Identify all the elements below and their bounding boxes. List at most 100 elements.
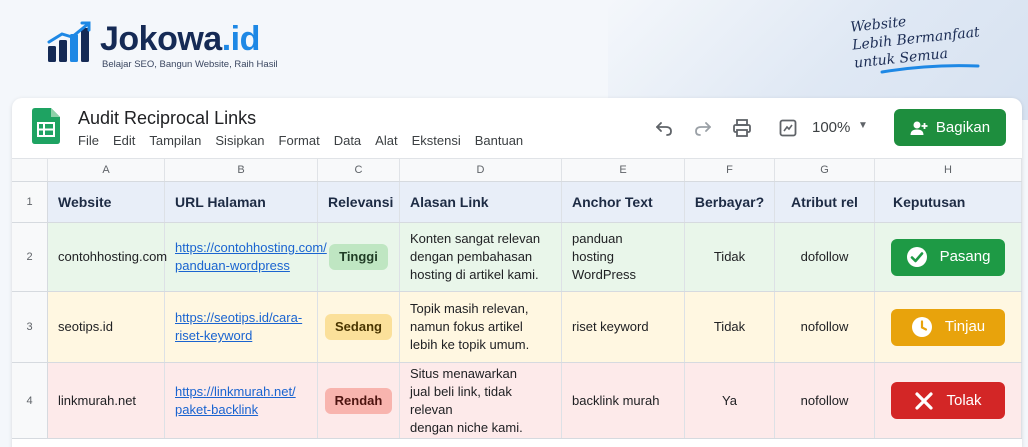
zoom-level[interactable]: 100% <box>812 119 850 136</box>
person-add-icon <box>910 121 928 135</box>
select-all-corner[interactable] <box>12 159 48 181</box>
reason-line: hosting di artikel kami. <box>410 267 539 282</box>
redo-icon[interactable] <box>691 116 715 140</box>
cell-reason[interactable]: Topik masih relevan, namun fokus artikel l… <box>400 292 562 362</box>
url-link-line-2[interactable]: paket-backlink <box>175 401 296 419</box>
reason-line: dengan niche kami. <box>410 419 523 435</box>
brand-name-tld: .id <box>221 20 261 58</box>
column-header-e[interactable]: E <box>562 159 685 181</box>
table-row: 3 seotips.id https://seotips.id/cara-ris… <box>12 292 1022 363</box>
cell-url[interactable]: https://linkmurah.net/paket-backlink <box>165 363 318 438</box>
menu-file[interactable]: File <box>78 133 99 148</box>
menu-bar: File Edit Tampilan Sisipkan Format Data … <box>78 133 537 148</box>
print-icon[interactable] <box>730 116 754 140</box>
row-number[interactable]: 4 <box>12 363 48 438</box>
url-link-line-1[interactable]: https://linkmurah.net/ <box>175 383 296 401</box>
row-number-1[interactable]: 1 <box>12 182 48 222</box>
column-header-b[interactable]: B <box>165 159 318 181</box>
brand-tagline: Belajar SEO, Bangun Website, Raih Hasil <box>102 59 278 70</box>
menu-edit[interactable]: Edit <box>113 133 135 148</box>
cell-website[interactable]: seotips.id <box>48 292 165 362</box>
chevron-down-icon[interactable]: ▼ <box>858 120 868 131</box>
anchor-line: hosting WordPress <box>572 249 637 282</box>
reason-line: Topik masih relevan, <box>410 301 529 316</box>
cell-paid[interactable]: Tidak <box>685 292 775 362</box>
column-header-g[interactable]: G <box>775 159 875 181</box>
decision-pasang-button[interactable]: Pasang <box>891 238 1005 276</box>
header-decision[interactable]: Keputusan <box>875 182 1022 222</box>
anchor-line: riset keyword <box>572 319 649 334</box>
url-link-line-1[interactable]: https://contohhosting.com/ <box>175 239 327 257</box>
cell-anchor[interactable]: riset keyword <box>562 292 685 362</box>
url-link-line-1[interactable]: https://seotips.id/cara- <box>175 309 302 327</box>
cell-url[interactable]: https://contohhosting.com/panduan-wordpr… <box>165 223 327 291</box>
cell-relevance[interactable]: Rendah <box>318 363 400 438</box>
row-number[interactable]: 2 <box>12 223 48 291</box>
cell-decision[interactable]: Tinjau <box>875 292 1022 362</box>
table-row: 2 contohhosting.com https://contohhostin… <box>12 223 1022 292</box>
cell-reason[interactable]: Situs menawarkan jual beli link, tidak re… <box>400 363 562 438</box>
menu-insert[interactable]: Sisipkan <box>215 133 264 148</box>
column-header-d[interactable]: D <box>400 159 562 181</box>
cell-rel[interactable]: dofollow <box>775 223 875 291</box>
column-header-f[interactable]: F <box>685 159 775 181</box>
document-title[interactable]: Audit Reciprocal Links <box>78 108 256 129</box>
cell-anchor[interactable]: panduan hosting WordPress <box>562 223 685 291</box>
column-header-a[interactable]: A <box>48 159 165 181</box>
brand-header: Jokowa.id Belajar SEO, Bangun Website, R… <box>46 20 278 70</box>
table-row: 4 linkmurah.net https://linkmurah.net/pa… <box>12 363 1022 439</box>
header-anchor[interactable]: Anchor Text <box>562 182 685 222</box>
cell-website[interactable]: linkmurah.net <box>48 363 165 438</box>
decision-label: Pasang <box>939 248 991 265</box>
chart-logo-icon <box>47 21 91 62</box>
header-website[interactable]: Website <box>48 182 165 222</box>
brand-name-main: Jokowa <box>100 20 222 58</box>
cell-anchor[interactable]: backlink murah <box>562 363 685 438</box>
menu-extensions[interactable]: Ekstensi <box>412 133 461 148</box>
column-header-h[interactable]: H <box>875 159 1022 181</box>
sheets-app-icon <box>32 108 60 144</box>
cell-website[interactable]: contohhosting.com <box>48 223 167 291</box>
cell-url[interactable]: https://seotips.id/cara-riset-keyword <box>165 292 318 362</box>
undo-icon[interactable] <box>652 116 676 140</box>
cell-reason[interactable]: Konten sangat relevan dengan pembahasan ho… <box>400 223 562 291</box>
decision-tinjau-button[interactable]: Tinjau <box>891 308 1005 346</box>
reason-line: lebih ke topik umum. <box>410 337 530 352</box>
cell-rel[interactable]: nofollow <box>775 292 875 362</box>
menu-help[interactable]: Bantuan <box>475 133 523 148</box>
spreadsheet-window: Audit Reciprocal Links File Edit Tampila… <box>12 98 1022 447</box>
header-rel[interactable]: Atribut rel <box>775 182 875 222</box>
header-relevance[interactable]: Relevansi <box>318 182 400 222</box>
relevance-badge: Tinggi <box>329 244 388 270</box>
anchor-line: panduan <box>572 231 623 246</box>
header-paid[interactable]: Berbayar? <box>685 182 775 222</box>
menu-format[interactable]: Format <box>279 133 320 148</box>
url-link-line-2[interactable]: riset-keyword <box>175 327 302 345</box>
header-reason[interactable]: Alasan Link <box>400 182 562 222</box>
spreadsheet-grid: A B C D E F G H 1 Website URL Halaman Re… <box>12 158 1022 439</box>
cell-rel[interactable]: nofollow <box>775 363 875 438</box>
cell-relevance[interactable]: Tinggi <box>318 223 400 291</box>
clock-icon <box>911 316 933 338</box>
menu-tools[interactable]: Alat <box>375 133 397 148</box>
decision-label: Tolak <box>946 391 982 409</box>
cell-decision[interactable]: Pasang <box>875 223 1022 291</box>
relevance-badge: Rendah <box>324 387 393 414</box>
column-header-c[interactable]: C <box>318 159 400 181</box>
row-number[interactable]: 3 <box>12 292 48 362</box>
menu-view[interactable]: Tampilan <box>149 133 201 148</box>
share-button[interactable]: Bagikan <box>894 109 1006 146</box>
anchor-line: backlink murah <box>572 392 660 408</box>
url-link-line-2[interactable]: panduan-wordpress <box>175 257 327 275</box>
format-icon[interactable] <box>776 116 800 140</box>
cell-decision[interactable]: Tolak <box>875 363 1022 438</box>
cell-paid[interactable]: Ya <box>685 363 775 438</box>
decision-tolak-button[interactable]: Tolak <box>891 382 1005 419</box>
menu-data[interactable]: Data <box>334 133 361 148</box>
header-url[interactable]: URL Halaman <box>165 182 318 222</box>
table-header-row: 1 Website URL Halaman Relevansi Alasan L… <box>12 182 1022 223</box>
cell-relevance[interactable]: Sedang <box>318 292 400 362</box>
x-icon <box>914 391 934 411</box>
cell-paid[interactable]: Tidak <box>685 223 775 291</box>
slogan-underline <box>880 64 980 74</box>
